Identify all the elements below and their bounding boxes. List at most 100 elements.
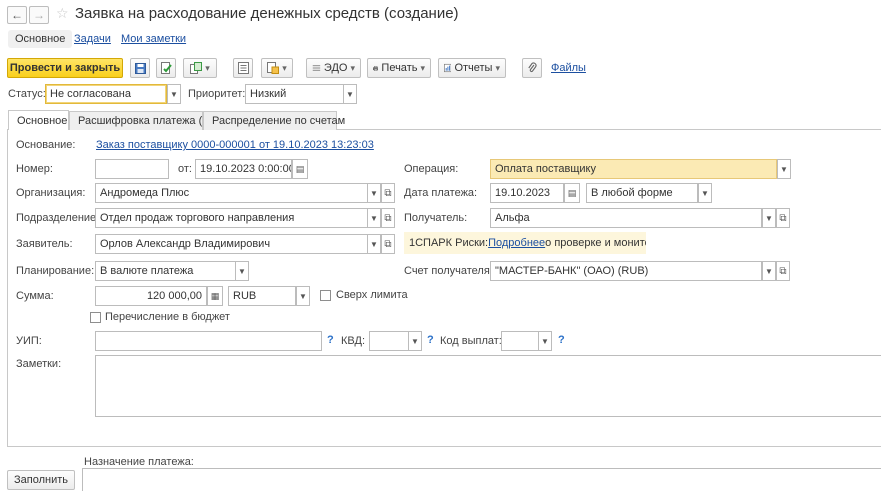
currency-field[interactable]: RUB <box>228 286 296 306</box>
sum-field[interactable]: 120 000,00 <box>95 286 207 306</box>
basis-link[interactable]: Заказ поставщику 0000-000001 от 19.10.20… <box>96 139 374 151</box>
status-label: Статус: <box>8 88 46 100</box>
department-open-button[interactable]: ⧉ <box>381 208 395 228</box>
applicant-field[interactable]: Орлов Александр Владимирович <box>95 234 368 254</box>
over-limit-checkbox[interactable] <box>320 290 331 301</box>
tab-main[interactable]: Основное <box>8 30 73 48</box>
payment-form-dropdown-button[interactable]: ▼ <box>698 183 712 203</box>
chevron-down-icon: ▾ <box>420 62 425 73</box>
arrow-right-icon: → <box>33 8 45 22</box>
calendar-icon: ▤ <box>295 163 305 174</box>
attach-button[interactable] <box>522 58 542 78</box>
chevron-down-icon: ▾ <box>282 62 287 73</box>
edo-icon <box>312 65 321 71</box>
forward-button[interactable]: → <box>29 6 49 24</box>
payout-code-dropdown-button[interactable]: ▼ <box>538 331 552 351</box>
post-button[interactable] <box>156 58 176 78</box>
budget-transfer-checkbox[interactable] <box>90 312 101 323</box>
open-icon: ⧉ <box>779 212 787 224</box>
kvd-dropdown-button[interactable]: ▼ <box>408 331 422 351</box>
number-field[interactable] <box>95 159 169 179</box>
planning-field[interactable]: В валюте платежа <box>95 261 236 281</box>
movements-button[interactable]: ▾ <box>261 58 293 78</box>
payout-code-help-icon[interactable]: ? <box>558 334 565 346</box>
arrow-left-icon: ← <box>11 8 23 22</box>
priority-field[interactable]: Низкий <box>245 84 344 104</box>
chevron-down-icon: ▼ <box>701 188 709 198</box>
form-tab-main[interactable]: Основное <box>8 110 69 130</box>
chevron-down-icon: ▼ <box>541 336 549 346</box>
files-link[interactable]: Файлы <box>551 62 586 74</box>
open-icon: ⧉ <box>384 212 392 224</box>
printer-icon <box>373 65 379 71</box>
recipient-field[interactable]: Альфа <box>490 208 762 228</box>
kvd-help-icon[interactable]: ? <box>427 334 434 346</box>
form-tab-account-distribution[interactable]: Распределение по счетам <box>203 111 345 130</box>
print-button[interactable]: Печать ▾ <box>367 58 431 78</box>
uip-field[interactable] <box>95 331 322 351</box>
notes-textarea[interactable] <box>95 355 881 417</box>
uip-help-icon[interactable]: ? <box>327 334 334 346</box>
recipient-account-dropdown-button[interactable]: ▼ <box>762 261 776 281</box>
kvd-label: КВД: <box>341 335 366 347</box>
planning-label: Планирование: <box>16 265 95 277</box>
status-dropdown-button[interactable]: ▼ <box>167 84 181 104</box>
save-button[interactable] <box>130 58 150 78</box>
organization-open-button[interactable]: ⧉ <box>381 183 395 203</box>
fill-button[interactable]: Заполнить <box>7 470 75 490</box>
number-label: Номер: <box>16 163 53 175</box>
payment-form-field[interactable]: В любой форме <box>586 183 698 203</box>
currency-dropdown-button[interactable]: ▼ <box>296 286 310 306</box>
status-field[interactable]: Не согласована <box>45 84 167 104</box>
recipient-account-open-button[interactable]: ⧉ <box>776 261 790 281</box>
create-based-on-button[interactable]: ▾ <box>183 58 217 78</box>
recipient-dropdown-button[interactable]: ▼ <box>762 208 776 228</box>
spark-details-link[interactable]: Подробнее <box>488 237 545 249</box>
payout-code-field[interactable] <box>501 331 539 351</box>
page-title: Заявка на расходование денежных средств … <box>75 5 459 22</box>
back-button[interactable]: ← <box>7 6 27 24</box>
recipient-open-button[interactable]: ⧉ <box>776 208 790 228</box>
document-date-calendar-button[interactable]: ▤ <box>292 159 308 179</box>
planning-dropdown-button[interactable]: ▼ <box>235 261 249 281</box>
priority-dropdown-button[interactable]: ▼ <box>343 84 357 104</box>
reports-button[interactable]: Отчеты ▾ <box>438 58 506 78</box>
favorite-star-icon[interactable]: ☆ <box>56 5 69 22</box>
calculator-icon: ▦ <box>210 290 220 301</box>
department-dropdown-button[interactable]: ▼ <box>367 208 381 228</box>
payment-purpose-label: Назначение платежа: <box>84 456 194 468</box>
department-field[interactable]: Отдел продаж торгового направления <box>95 208 368 228</box>
edo-button[interactable]: ЭДО ▾ <box>306 58 361 78</box>
calculator-button[interactable]: ▦ <box>207 286 223 306</box>
payment-date-calendar-button[interactable]: ▤ <box>564 183 580 203</box>
payment-date-field[interactable]: 19.10.2023 <box>490 183 564 203</box>
organization-label: Организация: <box>16 187 86 199</box>
chevron-down-icon: ▾ <box>495 62 500 73</box>
tab-my-notes[interactable]: Мои заметки <box>121 33 186 45</box>
organization-dropdown-button[interactable]: ▼ <box>367 183 381 203</box>
chevron-down-icon: ▼ <box>765 266 773 276</box>
document-date-field[interactable]: 19.10.2023 0:00:00 <box>195 159 292 179</box>
applicant-label: Заявитель: <box>16 238 73 250</box>
uip-label: УИП: <box>16 335 42 347</box>
tab-tasks[interactable]: Задачи <box>74 33 111 45</box>
form-tab-payment-details[interactable]: Расшифровка платежа (1) <box>69 111 212 130</box>
chevron-down-icon: ▼ <box>370 213 378 223</box>
budget-transfer-label: Перечисление в бюджет <box>105 311 230 323</box>
applicant-open-button[interactable]: ⧉ <box>381 234 395 254</box>
post-and-close-button[interactable]: Провести и закрыть <box>7 58 123 78</box>
chevron-down-icon: ▼ <box>780 164 788 174</box>
open-icon: ⧉ <box>384 238 392 250</box>
payment-purpose-field[interactable] <box>82 468 881 491</box>
chevron-down-icon: ▼ <box>765 213 773 223</box>
department-label: Подразделение: <box>16 212 100 224</box>
operation-dropdown-button[interactable]: ▼ <box>777 159 791 179</box>
basis-label: Основание: <box>16 139 76 151</box>
kvd-field[interactable] <box>369 331 409 351</box>
payment-date-label: Дата платежа: <box>404 187 478 199</box>
operation-field[interactable]: Оплата поставщику <box>490 159 777 179</box>
applicant-dropdown-button[interactable]: ▼ <box>367 234 381 254</box>
document-structure-button[interactable] <box>233 58 253 78</box>
recipient-account-field[interactable]: "МАСТЕР-БАНК" (ОАО) (RUB) <box>490 261 762 281</box>
organization-field[interactable]: Андромеда Плюс <box>95 183 368 203</box>
